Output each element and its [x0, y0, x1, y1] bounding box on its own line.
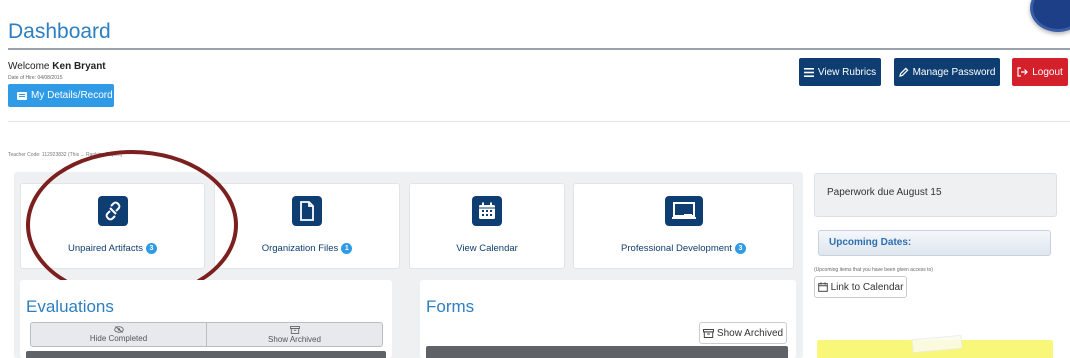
show-archived-toggle[interactable]: Show Archived: [206, 323, 382, 346]
welcome-prefix: Welcome: [8, 61, 50, 72]
card-professional-development[interactable]: Professional Development 3: [573, 183, 794, 269]
link-to-calendar-button[interactable]: Link to Calendar: [814, 276, 907, 298]
unlink-icon: [97, 196, 128, 226]
forms-show-archived-label: Show Archived: [716, 327, 784, 339]
card-view-calendar[interactable]: View Calendar: [409, 183, 565, 269]
card-label: Professional Development: [621, 243, 732, 254]
section-divider: [8, 121, 1070, 122]
logout-button[interactable]: Logout: [1012, 58, 1068, 86]
archive-icon: [702, 328, 714, 338]
card-organization-files[interactable]: Organization Files 1: [214, 183, 400, 269]
card-unpaired-artifacts[interactable]: Unpaired Artifacts 3: [20, 183, 205, 269]
avatar[interactable]: [1030, 0, 1070, 32]
calendar-icon: [472, 196, 502, 226]
logout-label: Logout: [1032, 66, 1063, 78]
link-to-calendar-label: Link to Calendar: [830, 281, 904, 293]
eye-slash-icon: [113, 326, 124, 333]
user-name: Ken Bryant: [52, 61, 106, 72]
teacher-code: Teacher Code: 112923832 (This ... Rankin…: [8, 152, 123, 158]
card-label: View Calendar: [456, 243, 518, 254]
manage-password-label: Manage Password: [912, 66, 996, 78]
card-label: Unpaired Artifacts: [68, 243, 143, 254]
count-badge: 1: [341, 243, 353, 254]
calendar-outline-icon: [817, 282, 828, 292]
hide-completed-label: Hide Completed: [89, 334, 148, 343]
count-badge: 3: [734, 243, 746, 254]
count-badge: 3: [145, 243, 157, 254]
evaluations-title: Evaluations: [26, 297, 114, 316]
title-divider: [8, 48, 1070, 50]
hire-date: Date of Hire: 04/08/2015: [8, 75, 63, 81]
my-details-label: My Details/Record: [31, 90, 113, 101]
archive-icon: [289, 325, 300, 334]
my-details-button[interactable]: My Details/Record: [8, 84, 114, 107]
card-label: Organization Files: [261, 243, 339, 254]
evaluations-filter: Hide Completed Show Archived: [30, 322, 383, 347]
list-icon: [803, 67, 814, 77]
show-archived-label: Show Archived: [268, 334, 321, 344]
view-rubrics-label: View Rubrics: [817, 66, 877, 78]
view-rubrics-button[interactable]: View Rubrics: [799, 58, 881, 86]
upcoming-dates-header[interactable]: Upcoming Dates:: [818, 230, 1051, 256]
evaluations-table-header: [26, 351, 386, 358]
id-card-icon: [17, 91, 27, 100]
manage-password-button[interactable]: Manage Password: [894, 58, 1000, 86]
page-title: Dashboard: [8, 20, 111, 43]
forms-table-header: [426, 346, 788, 358]
welcome-text: Welcome Ken Bryant: [8, 61, 106, 72]
laptop-icon: [664, 196, 703, 226]
pencil-icon: [898, 67, 909, 77]
paperwork-notice: Paperwork due August 15: [814, 173, 1057, 217]
forms-title: Forms: [426, 297, 475, 316]
forms-show-archived-button[interactable]: Show Archived: [699, 322, 787, 344]
logout-icon: [1017, 67, 1029, 77]
hide-completed-button[interactable]: Hide Completed: [31, 323, 206, 346]
file-icon: [292, 196, 322, 226]
upcoming-dates-note: (Upcoming items that you have been given…: [814, 267, 933, 273]
